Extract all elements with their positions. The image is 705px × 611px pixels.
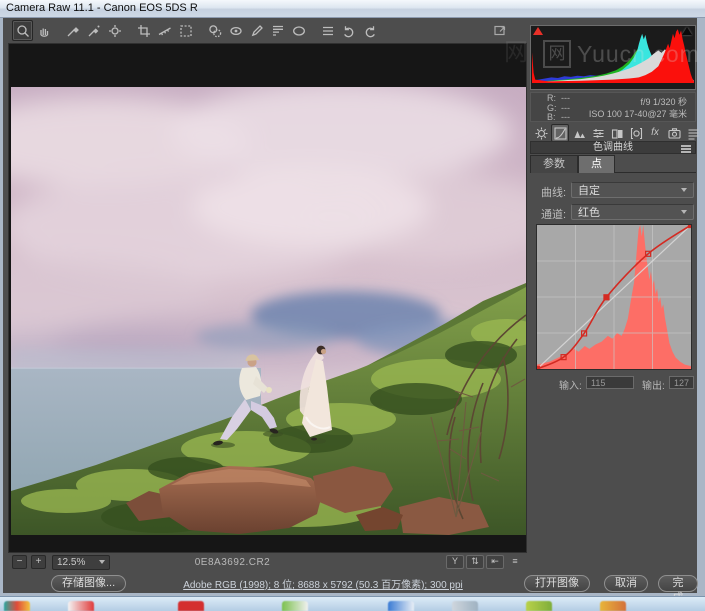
b-value: --- bbox=[561, 112, 570, 122]
rgb-histogram bbox=[532, 29, 694, 83]
rotate-left-icon[interactable] bbox=[338, 20, 359, 41]
tone-curve-plot[interactable] bbox=[533, 221, 695, 373]
workflow-options: Adobe RGB (1998); 8 位; 8688 x 5792 (50.3… bbox=[123, 576, 523, 591]
taskbar-app-icon[interactable] bbox=[178, 601, 204, 611]
window-title: Camera Raw 11.1 - Canon EOS 5DS R bbox=[6, 2, 198, 14]
curve-point[interactable] bbox=[533, 365, 541, 373]
zoom-tool-icon[interactable] bbox=[12, 20, 33, 41]
r-value: --- bbox=[561, 93, 570, 103]
preview-preferences-button[interactable]: ≡ bbox=[506, 555, 524, 569]
graduated-filter-tool-icon[interactable] bbox=[267, 20, 288, 41]
exif-line1: f/9 1/320 秒 bbox=[640, 97, 687, 107]
cancel-button[interactable]: 取消 bbox=[604, 575, 648, 592]
bottom-bar: 存储图像... Adobe RGB (1998); 8 位; 8688 x 57… bbox=[3, 571, 698, 604]
taskbar-app-icon[interactable] bbox=[388, 601, 414, 611]
transform-tool-icon[interactable] bbox=[175, 20, 196, 41]
highlight-clipping-indicator[interactable] bbox=[682, 27, 692, 35]
shadow-clipping-indicator[interactable] bbox=[533, 27, 543, 35]
done-button[interactable]: 完成 bbox=[658, 575, 698, 604]
channel-label: 通道: bbox=[541, 209, 567, 221]
screen: Camera Raw 11.1 - Canon EOS 5DS R 网 − + … bbox=[0, 0, 705, 611]
windows-taskbar[interactable] bbox=[0, 596, 705, 611]
channel-value: 红色 bbox=[578, 207, 600, 219]
channel-dropdown[interactable]: 红色 bbox=[571, 204, 694, 220]
curve-editor[interactable] bbox=[533, 221, 695, 373]
photo-preview bbox=[11, 87, 526, 535]
chevron-down-icon bbox=[681, 210, 687, 214]
input-label: 输入: bbox=[559, 381, 582, 392]
presets-panel-icon[interactable] bbox=[684, 124, 702, 142]
tone-curve-panel-icon[interactable] bbox=[551, 124, 569, 142]
output-field[interactable]: 127 bbox=[669, 376, 694, 389]
panel-title: 色调曲线 bbox=[593, 142, 633, 153]
rotate-right-icon[interactable] bbox=[359, 20, 380, 41]
taskbar-app-icon[interactable] bbox=[452, 601, 478, 611]
curve-point[interactable] bbox=[603, 294, 610, 301]
camera-calibration-panel-icon[interactable] bbox=[665, 124, 683, 142]
basic-panel-icon[interactable] bbox=[532, 124, 550, 142]
rgb-exif-readout: R: --- G: --- B: --- f/9 1/320 秒 ISO 100 17… bbox=[530, 92, 696, 122]
preferences-icon[interactable] bbox=[317, 20, 338, 41]
curve-value: 自定 bbox=[578, 185, 600, 197]
targeted-adjustment-tool-icon[interactable] bbox=[104, 20, 125, 41]
effects-panel-icon[interactable]: fx bbox=[646, 124, 664, 142]
taskbar-app-icon[interactable] bbox=[4, 601, 30, 611]
save-image-button[interactable]: 存储图像... bbox=[51, 575, 127, 592]
exif-line2: ISO 100 17-40@27 毫米 bbox=[588, 109, 687, 119]
canvas-statusbar: − + 12.5% 0E8A3692.CR2 Y ⇅ ⇤ ≡ bbox=[8, 553, 527, 571]
exif-readout: f/9 1/320 秒 ISO 100 17-40@27 毫米 bbox=[589, 96, 687, 120]
open-image-button[interactable]: 打开图像 bbox=[524, 575, 590, 592]
lens-corrections-panel-icon[interactable] bbox=[627, 124, 645, 142]
hand-tool-icon[interactable] bbox=[33, 20, 54, 41]
workflow-options-link[interactable]: Adobe RGB (1998); 8 位; 8688 x 5792 (50.3… bbox=[183, 580, 463, 591]
panel-tab-icons: fx bbox=[532, 124, 705, 142]
g-value: --- bbox=[561, 102, 570, 113]
crop-tool-icon[interactable] bbox=[133, 20, 154, 41]
straighten-tool-icon[interactable] bbox=[154, 20, 175, 41]
tone-curve-tabs: 参数 点 bbox=[530, 155, 696, 173]
output-label: 输出: bbox=[642, 381, 665, 392]
curve-point[interactable] bbox=[687, 221, 695, 229]
hsl-grayscale-panel-icon[interactable] bbox=[589, 124, 607, 142]
toggle-fullscreen-icon[interactable] bbox=[490, 20, 509, 39]
curve-io-row: 输入: 115 输出: 127 bbox=[530, 376, 696, 392]
filename-label: 0E8A3692.CR2 bbox=[194, 556, 271, 568]
histogram-panel bbox=[530, 25, 696, 90]
tab-parametric[interactable]: 参数 bbox=[530, 155, 578, 173]
spot-removal-tool-icon[interactable] bbox=[204, 20, 225, 41]
panel-menu-icon[interactable] bbox=[681, 145, 691, 154]
curve-dropdown[interactable]: 自定 bbox=[571, 182, 694, 198]
red-eye-tool-icon[interactable] bbox=[225, 20, 246, 41]
copy-settings-button[interactable]: ⇤ bbox=[486, 555, 504, 569]
tone-curve-panel-header: 色调曲线 bbox=[530, 141, 696, 154]
channel-select-row: 通道: 红色 bbox=[530, 204, 696, 221]
curve-label: 曲线: bbox=[541, 187, 567, 199]
chevron-down-icon bbox=[681, 188, 687, 192]
adjustment-brush-tool-icon[interactable] bbox=[246, 20, 267, 41]
toolbar bbox=[5, 20, 532, 41]
tab-point[interactable]: 点 bbox=[578, 155, 615, 173]
rgb-readout: R: --- G: --- B: --- bbox=[547, 93, 570, 123]
detail-panel-icon[interactable] bbox=[570, 124, 588, 142]
color-sampler-tool-icon[interactable] bbox=[83, 20, 104, 41]
radial-filter-tool-icon[interactable] bbox=[288, 20, 309, 41]
camera-raw-dialog: 网 − + 12.5% 0E8A3692.CR2 Y ⇅ ⇤ ≡ 存储图像...… bbox=[3, 18, 699, 604]
taskbar-app-icon[interactable] bbox=[600, 601, 626, 611]
image-canvas[interactable]: 网 bbox=[8, 39, 528, 553]
input-field[interactable]: 115 bbox=[586, 376, 634, 389]
taskbar-app-icon[interactable] bbox=[68, 601, 94, 611]
taskbar-app-icon[interactable] bbox=[526, 601, 552, 611]
swap-before-after-button[interactable]: ⇅ bbox=[466, 555, 484, 569]
preview-cycle-button[interactable]: Y bbox=[446, 555, 464, 569]
preview-controls: Y ⇅ ⇤ ≡ bbox=[446, 555, 524, 569]
fx-glyph: fx bbox=[651, 127, 659, 138]
b-label: B: bbox=[547, 112, 556, 122]
white-balance-tool-icon[interactable] bbox=[62, 20, 83, 41]
split-toning-panel-icon[interactable] bbox=[608, 124, 626, 142]
curve-select-row: 曲线: 自定 bbox=[530, 182, 696, 199]
taskbar-app-icon[interactable] bbox=[282, 601, 308, 611]
window-titlebar[interactable]: Camera Raw 11.1 - Canon EOS 5DS R bbox=[0, 0, 705, 18]
